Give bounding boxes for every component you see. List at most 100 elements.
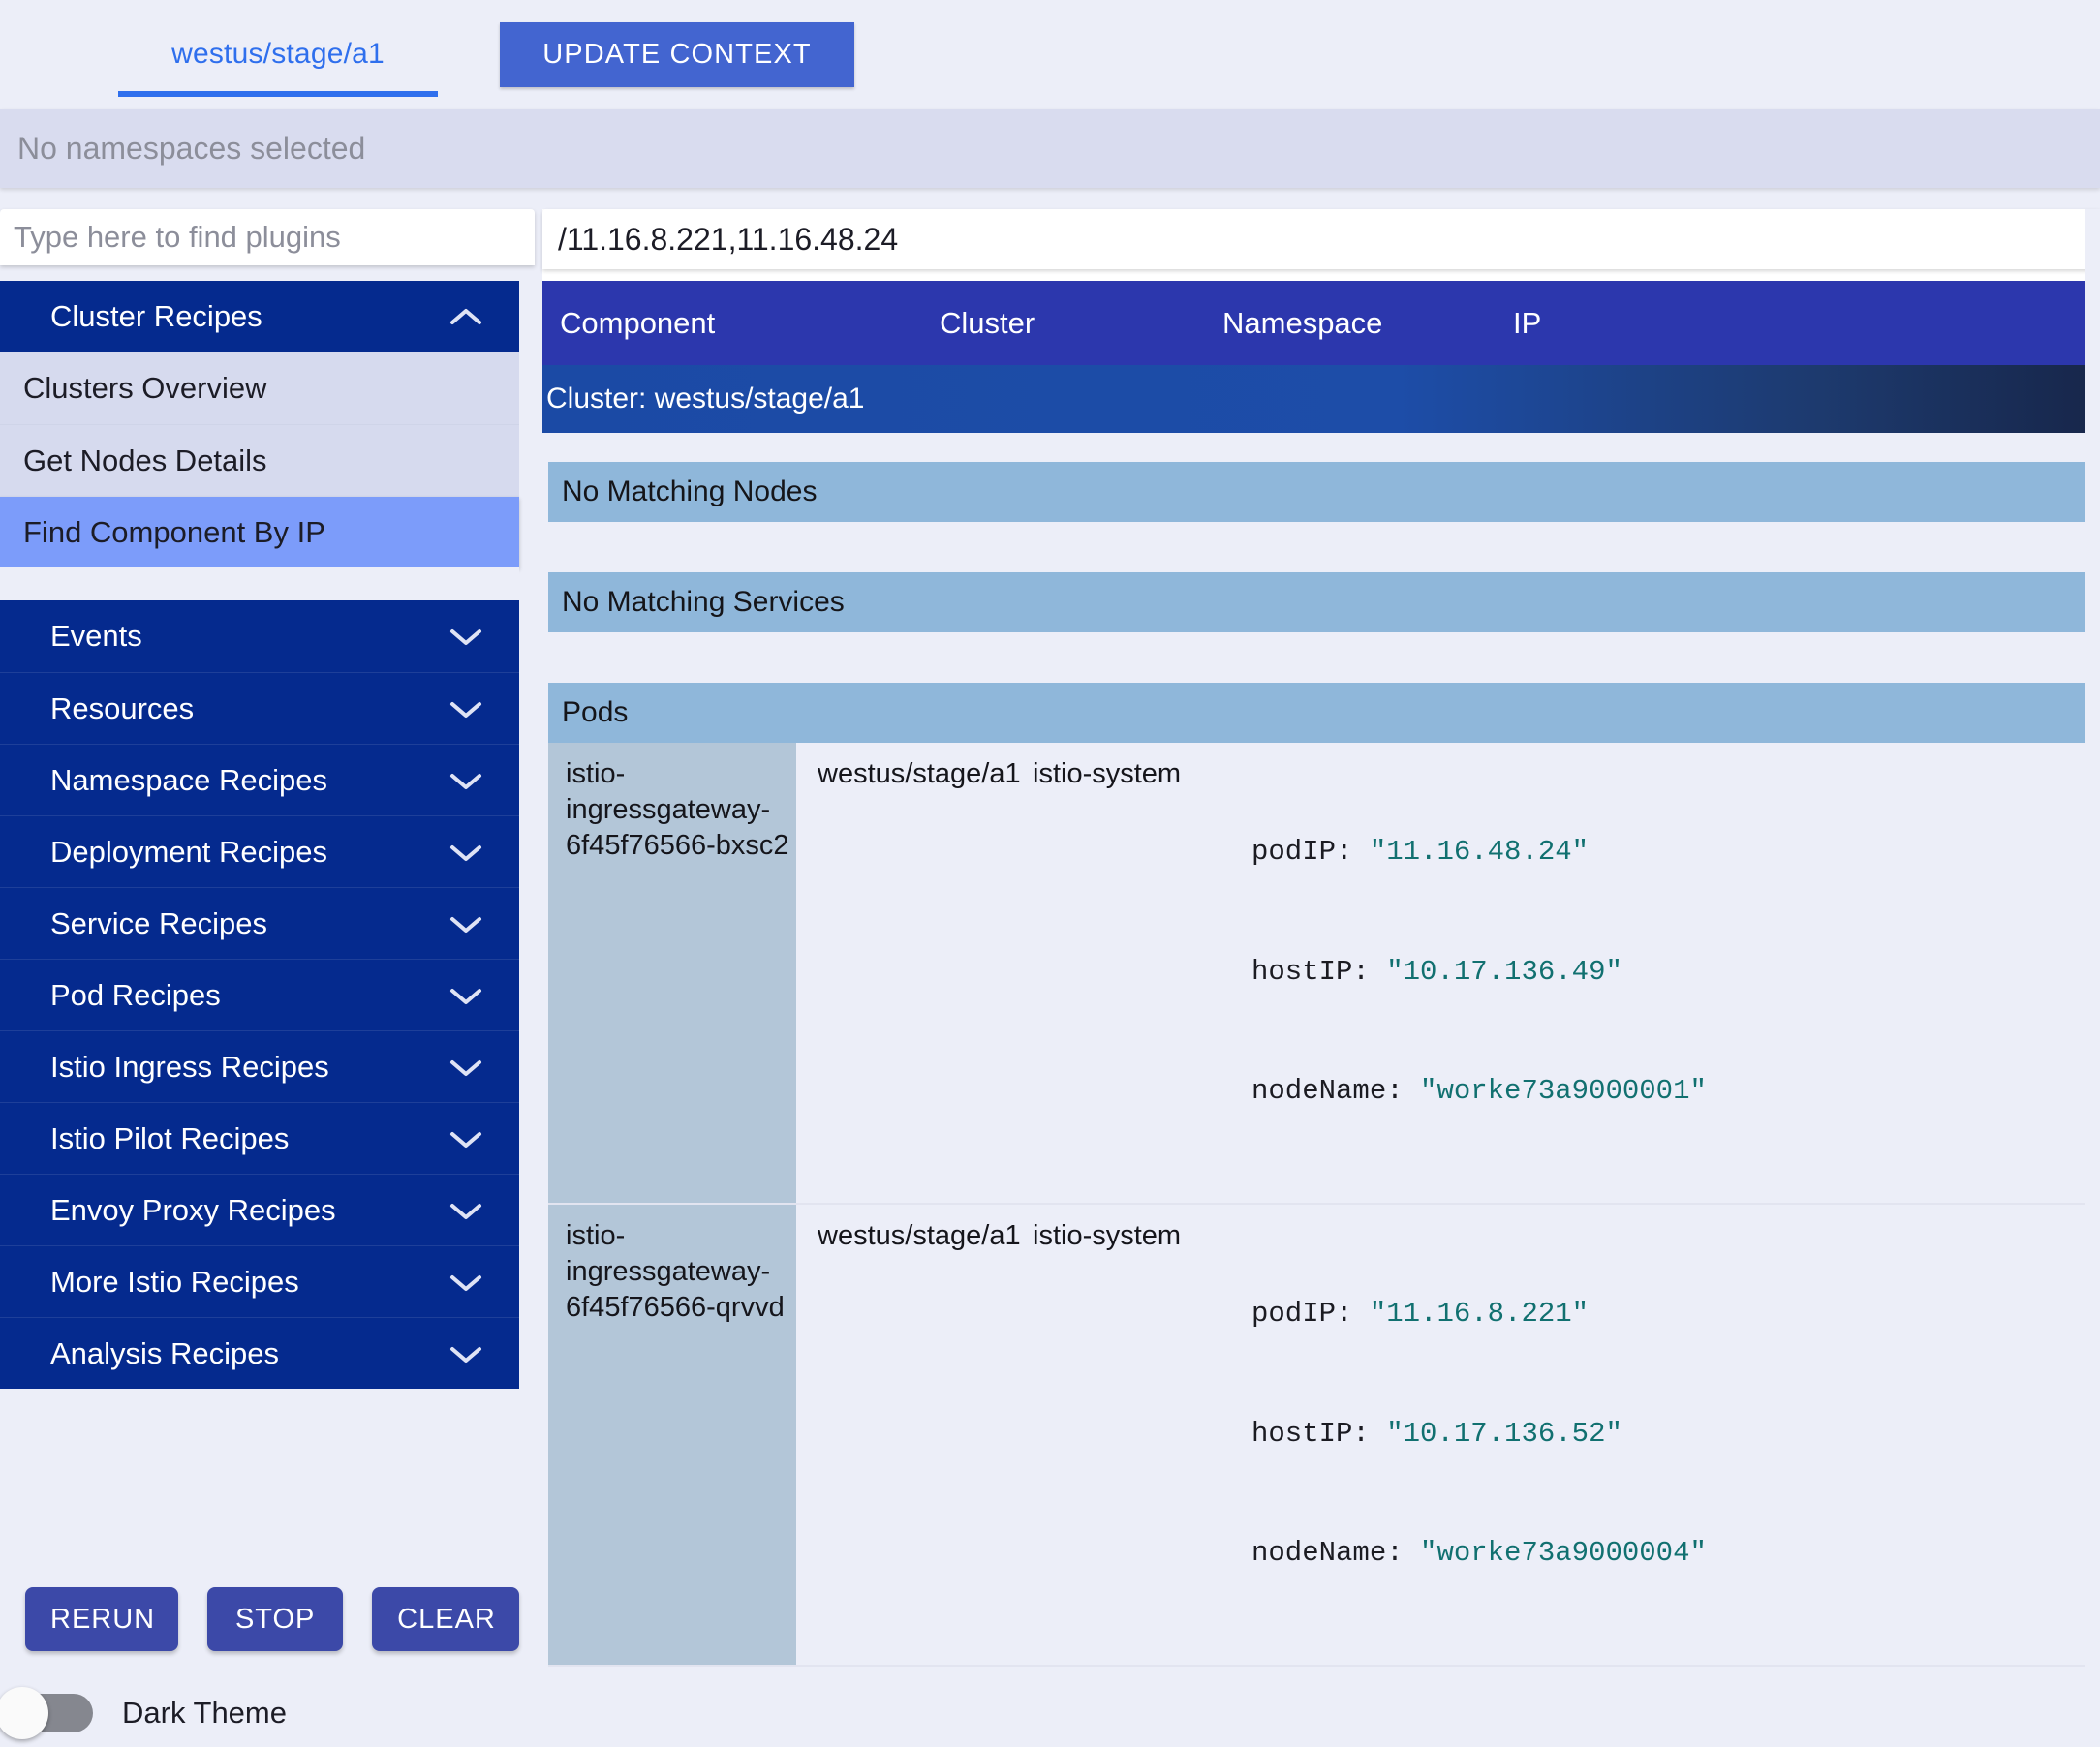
chevron-down-icon	[449, 699, 482, 719]
toggle-knob	[0, 1687, 48, 1739]
sidebar-group-service-recipes[interactable]: Service Recipes	[0, 887, 519, 959]
pod-ip-key: hostIP:	[1251, 955, 1370, 988]
namespace-selector-bar[interactable]: No namespaces selected	[0, 109, 2100, 188]
sidebar-item-clusters-overview[interactable]: Clusters Overview	[0, 352, 519, 424]
nav-group-cluster-recipes: Cluster Recipes Clusters Overview Get No…	[0, 281, 519, 600]
cluster-group-row: Cluster: westus/stage/a1	[542, 365, 2100, 433]
column-header-component: Component	[560, 305, 716, 340]
sidebar-item-label: Find Component By IP	[23, 514, 325, 549]
sidebar-group-namespace-recipes[interactable]: Namespace Recipes	[0, 744, 519, 815]
pod-ip-key: nodeName:	[1251, 1537, 1404, 1570]
sidebar-group-label: Envoy Proxy Recipes	[50, 1192, 336, 1227]
sidebar-group-label: Deployment Recipes	[50, 834, 328, 869]
sidebar-group-label: Events	[50, 619, 142, 653]
sidebar: Cluster Recipes Clusters Overview Get No…	[0, 209, 535, 1739]
sidebar-item-find-component-by-ip[interactable]: Find Component By IP	[0, 496, 519, 567]
table-row[interactable]: istio-ingressgateway-6f45f76566-qrvvd we…	[548, 1204, 2094, 1667]
sidebar-group-resources[interactable]: Resources	[0, 672, 519, 744]
column-header-ip: IP	[1513, 305, 1542, 340]
chevron-down-icon	[449, 986, 482, 1005]
pod-ip-line: nodeName: "worke73a9000004"	[1251, 1533, 2094, 1573]
sidebar-action-buttons: RERUN STOP CLEAR	[0, 1573, 519, 1666]
top-context-bar: westus/stage/a1 UPDATE CONTEXT	[0, 0, 2100, 109]
pod-ip-key: hostIP:	[1251, 1417, 1370, 1450]
sidebar-sublist-cluster-recipes: Clusters Overview Get Nodes Details Find…	[0, 352, 519, 567]
sidebar-group-cluster-recipes[interactable]: Cluster Recipes	[0, 281, 519, 352]
chevron-down-icon	[449, 1129, 482, 1149]
sidebar-group-istio-pilot-recipes[interactable]: Istio Pilot Recipes	[0, 1102, 519, 1174]
ip-query-input[interactable]	[542, 209, 2100, 269]
pod-ip-value: "11.16.48.24"	[1369, 836, 1590, 869]
pod-ip-value: "worke73a9000001"	[1420, 1075, 1707, 1108]
pod-ip-line: hostIP: "10.17.136.49"	[1251, 952, 2094, 992]
sidebar-group-gap	[0, 567, 519, 600]
pod-cluster: westus/stage/a1	[818, 1219, 1021, 1251]
dark-theme-toggle[interactable]	[0, 1687, 93, 1739]
pod-ip-line: podIP: "11.16.8.221"	[1251, 1294, 2094, 1333]
sidebar-group-label: Cluster Recipes	[50, 299, 262, 333]
sidebar-group-label: More Istio Recipes	[50, 1264, 299, 1299]
sidebar-group-label: Istio Ingress Recipes	[50, 1049, 329, 1084]
plugin-search-input[interactable]	[0, 209, 535, 265]
column-header-cluster: Cluster	[940, 305, 1035, 340]
chevron-down-icon	[449, 627, 482, 646]
tab-context-label: westus/stage/a1	[171, 38, 385, 70]
section-no-matching-services: No Matching Services	[548, 572, 2094, 632]
pod-ip-details: podIP: "11.16.8.221" hostIP: "10.17.136.…	[1222, 1205, 2094, 1665]
chevron-up-icon	[449, 307, 482, 326]
pod-ip-line: hostIP: "10.17.136.52"	[1251, 1414, 2094, 1454]
sidebar-group-label: Istio Pilot Recipes	[50, 1120, 290, 1155]
pod-ip-line: podIP: "11.16.48.24"	[1251, 832, 2094, 872]
table-header-row: Component Cluster Namespace IP	[542, 281, 2100, 365]
stop-button[interactable]: STOP	[207, 1587, 344, 1651]
sidebar-group-label: Analysis Recipes	[50, 1335, 280, 1370]
dark-theme-label: Dark Theme	[122, 1696, 287, 1730]
sidebar-group-events[interactable]: Events	[0, 600, 519, 672]
pod-namespace: istio-system	[1033, 1219, 1182, 1251]
chevron-down-icon	[449, 1344, 482, 1364]
chevron-down-icon	[449, 843, 482, 862]
sidebar-group-istio-ingress-recipes[interactable]: Istio Ingress Recipes	[0, 1030, 519, 1102]
sidebar-group-pod-recipes[interactable]: Pod Recipes	[0, 959, 519, 1030]
sidebar-group-envoy-proxy-recipes[interactable]: Envoy Proxy Recipes	[0, 1174, 519, 1245]
chevron-down-icon	[449, 914, 482, 934]
pod-ip-value: "worke73a9000004"	[1420, 1537, 1707, 1570]
column-header-namespace: Namespace	[1222, 305, 1383, 340]
pod-component-name: istio-ingressgateway-6f45f76566-qrvvd	[548, 1204, 796, 1665]
pod-ip-details: podIP: "11.16.48.24" hostIP: "10.17.136.…	[1222, 743, 2094, 1203]
main-panel: Component Cluster Namespace IP Cluster: …	[542, 209, 2100, 1671]
clear-button[interactable]: CLEAR	[372, 1587, 519, 1651]
sidebar-group-label: Namespace Recipes	[50, 762, 328, 797]
pod-ip-key: podIP:	[1251, 836, 1353, 869]
sidebar-nav: Cluster Recipes Clusters Overview Get No…	[0, 281, 519, 1389]
sidebar-item-label: Clusters Overview	[23, 371, 267, 405]
pod-ip-value: "11.16.8.221"	[1369, 1298, 1590, 1331]
sidebar-group-more-istio-recipes[interactable]: More Istio Recipes	[0, 1245, 519, 1317]
table-row[interactable]: istio-ingressgateway-6f45f76566-bxsc2 we…	[548, 743, 2094, 1205]
chevron-down-icon	[449, 1272, 482, 1292]
sidebar-group-analysis-recipes[interactable]: Analysis Recipes	[0, 1317, 519, 1389]
row-spacer	[542, 632, 2100, 683]
tab-context-westus-stage-a1[interactable]: westus/stage/a1	[118, 17, 438, 97]
results-table: Component Cluster Namespace IP Cluster: …	[542, 281, 2100, 1671]
sidebar-group-deployment-recipes[interactable]: Deployment Recipes	[0, 815, 519, 887]
sidebar-group-label: Resources	[50, 690, 195, 725]
section-pods: Pods	[548, 683, 2094, 743]
sidebar-group-label: Service Recipes	[50, 905, 267, 940]
pod-cluster: westus/stage/a1	[818, 758, 1021, 789]
sidebar-item-get-nodes-details[interactable]: Get Nodes Details	[0, 424, 519, 496]
update-context-button[interactable]: UPDATE CONTEXT	[500, 22, 854, 87]
sidebar-item-label: Get Nodes Details	[23, 443, 267, 477]
pod-ip-value: "10.17.136.49"	[1386, 955, 1622, 988]
namespace-status-text: No namespaces selected	[17, 131, 366, 166]
pod-component-name: istio-ingressgateway-6f45f76566-bxsc2	[548, 743, 796, 1203]
dark-theme-row: Dark Theme	[0, 1679, 519, 1747]
sidebar-group-label: Pod Recipes	[50, 977, 221, 1012]
rerun-button[interactable]: RERUN	[25, 1587, 179, 1651]
chevron-down-icon	[449, 1057, 482, 1077]
pod-ip-key: podIP:	[1251, 1298, 1353, 1331]
pod-ip-key: nodeName:	[1251, 1075, 1404, 1108]
row-spacer	[542, 433, 2100, 462]
pod-ip-value: "10.17.136.52"	[1386, 1417, 1622, 1450]
plugin-search-wrapper	[0, 209, 535, 265]
